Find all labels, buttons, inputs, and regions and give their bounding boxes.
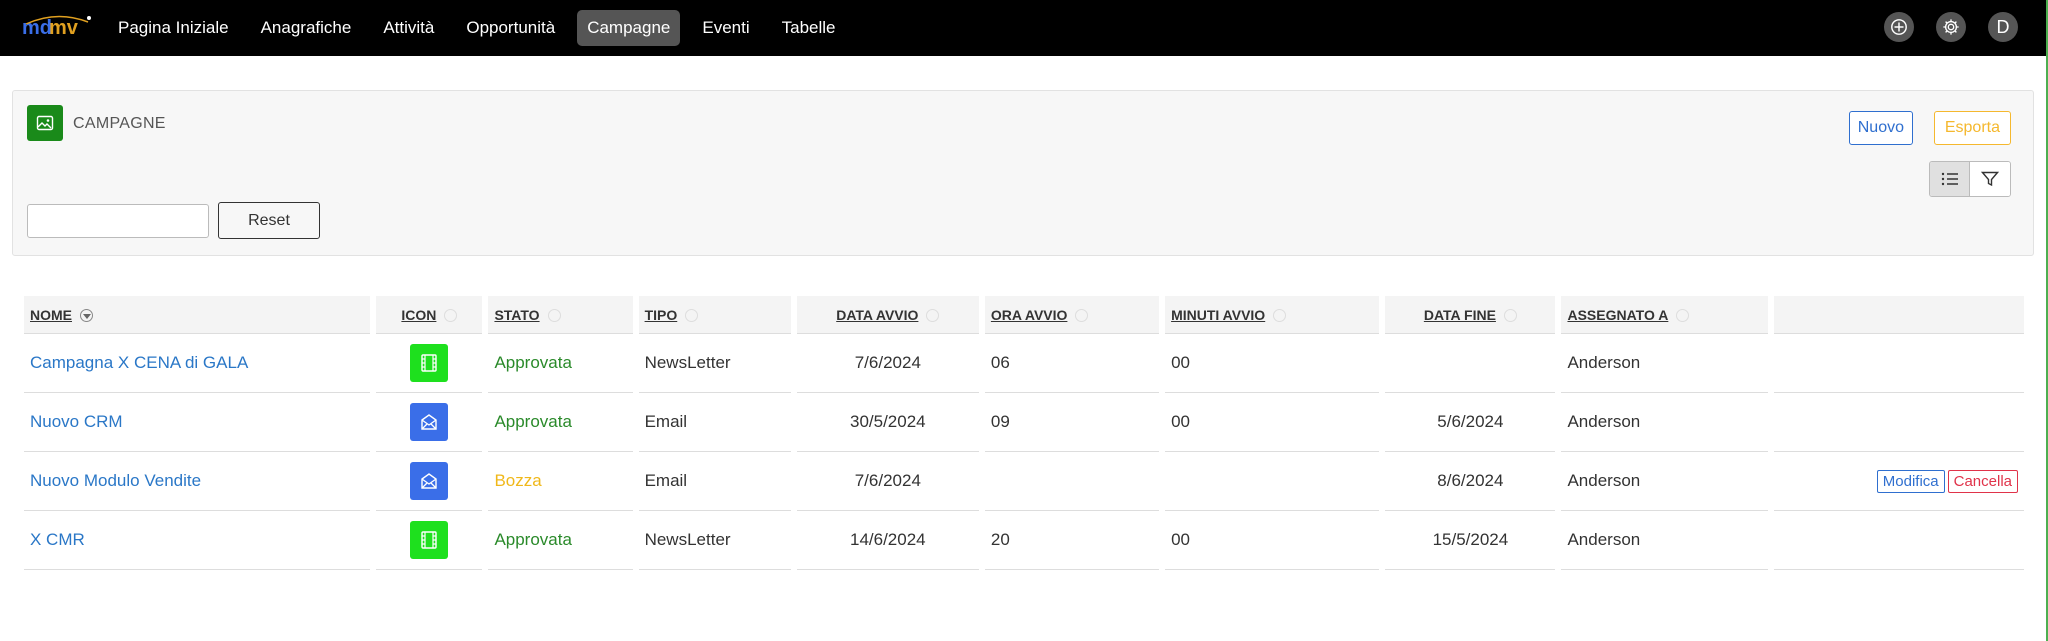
mdmv-logo[interactable]: md mv	[22, 12, 92, 42]
campaigns-table: NOME ICON STATO TIPO DATA AVVIO ORA AVVI…	[18, 296, 2030, 570]
filter-icon[interactable]	[1970, 162, 2010, 196]
status-cell: Approvata	[488, 334, 633, 393]
start-date-cell: 30/5/2024	[796, 393, 979, 452]
export-button[interactable]: Esporta	[1933, 111, 2011, 145]
start-hour-cell: 20	[984, 511, 1160, 570]
table-row: Nuovo Modulo Vendite Bozza Email 7/6/202…	[24, 452, 2024, 511]
start-date-cell: 14/6/2024	[796, 511, 979, 570]
icon-cell	[376, 334, 483, 393]
top-navbar: md mv Pagina Iniziale Anagrafiche Attivi…	[0, 0, 2048, 56]
plus-circle-icon[interactable]	[1884, 12, 1914, 42]
nav-item-eventi[interactable]: Eventi	[692, 10, 759, 46]
sort-icon[interactable]	[685, 309, 699, 323]
campaign-name-link[interactable]: X CMR	[24, 511, 371, 570]
image-icon	[27, 105, 63, 141]
start-date-cell: 7/6/2024	[796, 452, 979, 511]
view-toggle	[1929, 161, 2011, 197]
assignee-cell: Anderson	[1561, 511, 1768, 570]
status-cell: Approvata	[488, 511, 633, 570]
column-header-stato[interactable]: STATO	[488, 296, 633, 334]
sort-icon[interactable]	[926, 309, 940, 323]
campaigns-panel: CAMPAGNE Nuovo Esporta Reset	[12, 90, 2034, 256]
nav-item-anagrafiche[interactable]: Anagrafiche	[251, 10, 362, 46]
column-header-tipo[interactable]: TIPO	[638, 296, 791, 334]
film-icon	[410, 521, 449, 559]
nav-item-pagina-iniziale[interactable]: Pagina Iniziale	[108, 10, 239, 46]
assignee-cell: Anderson	[1561, 393, 1768, 452]
sort-icon[interactable]	[444, 309, 458, 323]
campaign-name-link[interactable]: Nuovo Modulo Vendite	[24, 452, 371, 511]
table-row: Campagna X CENA di GALA Approvata NewsLe…	[24, 334, 2024, 393]
user-avatar[interactable]: D	[1988, 12, 2018, 42]
campaign-name-link[interactable]: Campagna X CENA di GALA	[24, 334, 371, 393]
assignee-cell: Anderson	[1561, 334, 1768, 393]
column-header-data-fine[interactable]: DATA FINE	[1385, 296, 1556, 334]
table-header-row: NOME ICON STATO TIPO DATA AVVIO ORA AVVI…	[24, 296, 2024, 334]
start-minutes-cell: 00	[1165, 511, 1380, 570]
table-row: X CMR Approvata NewsLetter 14/6/2024 20 …	[24, 511, 2024, 570]
sort-icon[interactable]	[1273, 309, 1287, 323]
page-title: CAMPAGNE	[73, 115, 166, 132]
type-cell: NewsLetter	[638, 511, 791, 570]
icon-cell	[376, 452, 483, 511]
column-header-actions	[1773, 296, 2024, 334]
actions-cell	[1773, 334, 2024, 393]
start-date-cell: 7/6/2024	[796, 334, 979, 393]
nav-item-attivita[interactable]: Attività	[373, 10, 444, 46]
sort-icon[interactable]	[1075, 309, 1089, 323]
status-cell: Approvata	[488, 393, 633, 452]
mail-icon	[410, 462, 449, 500]
column-header-assegnato-a[interactable]: ASSEGNATO A	[1561, 296, 1768, 334]
sort-icon[interactable]	[547, 309, 561, 323]
start-hour-cell	[984, 452, 1160, 511]
end-date-cell: 5/6/2024	[1385, 393, 1556, 452]
actions-cell: Modifica Cancella	[1773, 452, 2024, 511]
start-minutes-cell: 00	[1165, 393, 1380, 452]
column-header-minuti-avvio[interactable]: MINUTI AVVIO	[1165, 296, 1380, 334]
nav-item-opportunita[interactable]: Opportunità	[456, 10, 565, 46]
column-header-icon[interactable]: ICON	[376, 296, 483, 334]
actions-cell	[1773, 511, 2024, 570]
nav-actions: D	[1884, 12, 2018, 42]
search-input[interactable]	[27, 204, 209, 238]
start-minutes-cell: 00	[1165, 334, 1380, 393]
campaign-name-link[interactable]: Nuovo CRM	[24, 393, 371, 452]
reset-button[interactable]: Reset	[218, 202, 320, 239]
table-row: Nuovo CRM Approvata Email 30/5/2024 09 0…	[24, 393, 2024, 452]
new-button[interactable]: Nuovo	[1848, 111, 1913, 145]
nav-item-tabelle[interactable]: Tabelle	[772, 10, 846, 46]
film-icon	[410, 344, 449, 382]
column-header-nome[interactable]: NOME	[24, 296, 371, 334]
icon-cell	[376, 393, 483, 452]
sort-icon[interactable]	[1676, 309, 1690, 323]
status-cell: Bozza	[488, 452, 633, 511]
list-icon[interactable]	[1930, 162, 1970, 196]
column-header-data-avvio[interactable]: DATA AVVIO	[796, 296, 979, 334]
svg-text:mv: mv	[49, 17, 79, 39]
column-header-ora-avvio[interactable]: ORA AVVIO	[984, 296, 1160, 334]
gear-icon[interactable]	[1936, 12, 1966, 42]
start-minutes-cell	[1165, 452, 1380, 511]
type-cell: Email	[638, 393, 791, 452]
nav-item-campagne[interactable]: Campagne	[577, 10, 681, 46]
start-hour-cell: 06	[984, 334, 1160, 393]
type-cell: Email	[638, 452, 791, 511]
actions-cell	[1773, 393, 2024, 452]
sort-desc-icon[interactable]	[80, 309, 93, 323]
edit-button[interactable]: Modifica	[1876, 469, 1945, 493]
assignee-cell: Anderson	[1561, 452, 1768, 511]
type-cell: NewsLetter	[638, 334, 791, 393]
main-menu: Pagina Iniziale Anagrafiche Attività Opp…	[108, 10, 845, 46]
delete-button[interactable]: Cancella	[1947, 469, 2018, 493]
mail-icon	[410, 403, 449, 441]
start-hour-cell: 09	[984, 393, 1160, 452]
end-date-cell: 8/6/2024	[1385, 452, 1556, 511]
end-date-cell	[1385, 334, 1556, 393]
icon-cell	[376, 511, 483, 570]
sort-icon[interactable]	[1503, 309, 1517, 323]
end-date-cell: 15/5/2024	[1385, 511, 1556, 570]
